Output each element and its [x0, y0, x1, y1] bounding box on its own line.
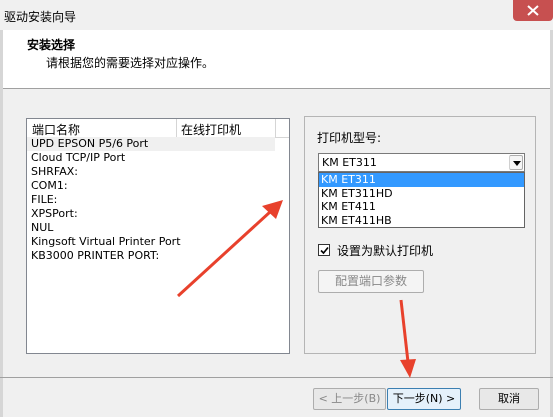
dropdown-option[interactable]: KM ET311HD: [319, 187, 524, 201]
column-online-printer[interactable]: 在线打印机: [181, 121, 241, 138]
printer-model-select[interactable]: KM ET311: [318, 153, 525, 172]
default-printer-label[interactable]: 设置为默认打印机: [337, 242, 433, 259]
list-item[interactable]: UPD EPSON P5/6 Port: [27, 137, 275, 151]
printer-model-dropdown: KM ET311 KM ET311HD KM ET411 KM ET411HB: [318, 172, 525, 228]
port-list-header: 端口名称 在线打印机: [27, 119, 289, 138]
list-item[interactable]: Cloud TCP/IP Port: [27, 151, 289, 165]
left-edge: [0, 30, 3, 417]
list-item[interactable]: XPSPort:: [27, 207, 289, 221]
cancel-button[interactable]: 取消: [479, 388, 539, 410]
list-item[interactable]: SHRFAX:: [27, 165, 289, 179]
config-port-button[interactable]: 配置端口参数: [318, 270, 424, 293]
close-button[interactable]: [513, 0, 553, 21]
dropdown-option[interactable]: KM ET411: [319, 200, 524, 214]
header-title: 安装选择: [27, 38, 76, 52]
column-port-name[interactable]: 端口名称: [32, 121, 80, 138]
list-item[interactable]: KB3000 PRINTER PORT:: [27, 249, 289, 263]
header-subtitle: 请根据您的需要选择对应操作。: [46, 56, 215, 70]
printer-options-panel: 打印机型号: KM ET311 KM ET311 KM ET311HD KM E…: [304, 116, 536, 354]
window-title: 驱动安装向导: [4, 10, 77, 24]
title-bar: 驱动安装向导: [0, 0, 553, 30]
chevron-down-icon: [513, 161, 521, 166]
dropdown-option[interactable]: KM ET311: [319, 173, 524, 187]
dropdown-option[interactable]: KM ET411HB: [319, 214, 524, 228]
dropdown-button[interactable]: [509, 155, 523, 170]
list-item[interactable]: COM1:: [27, 179, 289, 193]
wizard-header: 安装选择 请根据您的需要选择对应操作。: [0, 30, 553, 89]
column-divider[interactable]: [176, 119, 177, 137]
default-printer-checkbox[interactable]: [318, 244, 330, 256]
printer-model-label: 打印机型号:: [317, 131, 382, 145]
list-item[interactable]: Kingsoft Virtual Printer Port: [27, 235, 289, 249]
next-button[interactable]: 下一步(N) >: [387, 388, 461, 410]
column-divider[interactable]: [275, 119, 276, 137]
checkmark-icon: [320, 246, 329, 255]
back-button[interactable]: < 上一步(B): [313, 388, 386, 410]
list-item[interactable]: NUL: [27, 221, 289, 235]
list-item[interactable]: FILE:: [27, 193, 289, 207]
printer-model-value: KM ET311: [322, 156, 377, 169]
port-list[interactable]: 端口名称 在线打印机 UPD EPSON P5/6 Port Cloud TCP…: [26, 118, 290, 354]
footer-divider: [0, 377, 553, 378]
close-icon: [527, 5, 539, 16]
